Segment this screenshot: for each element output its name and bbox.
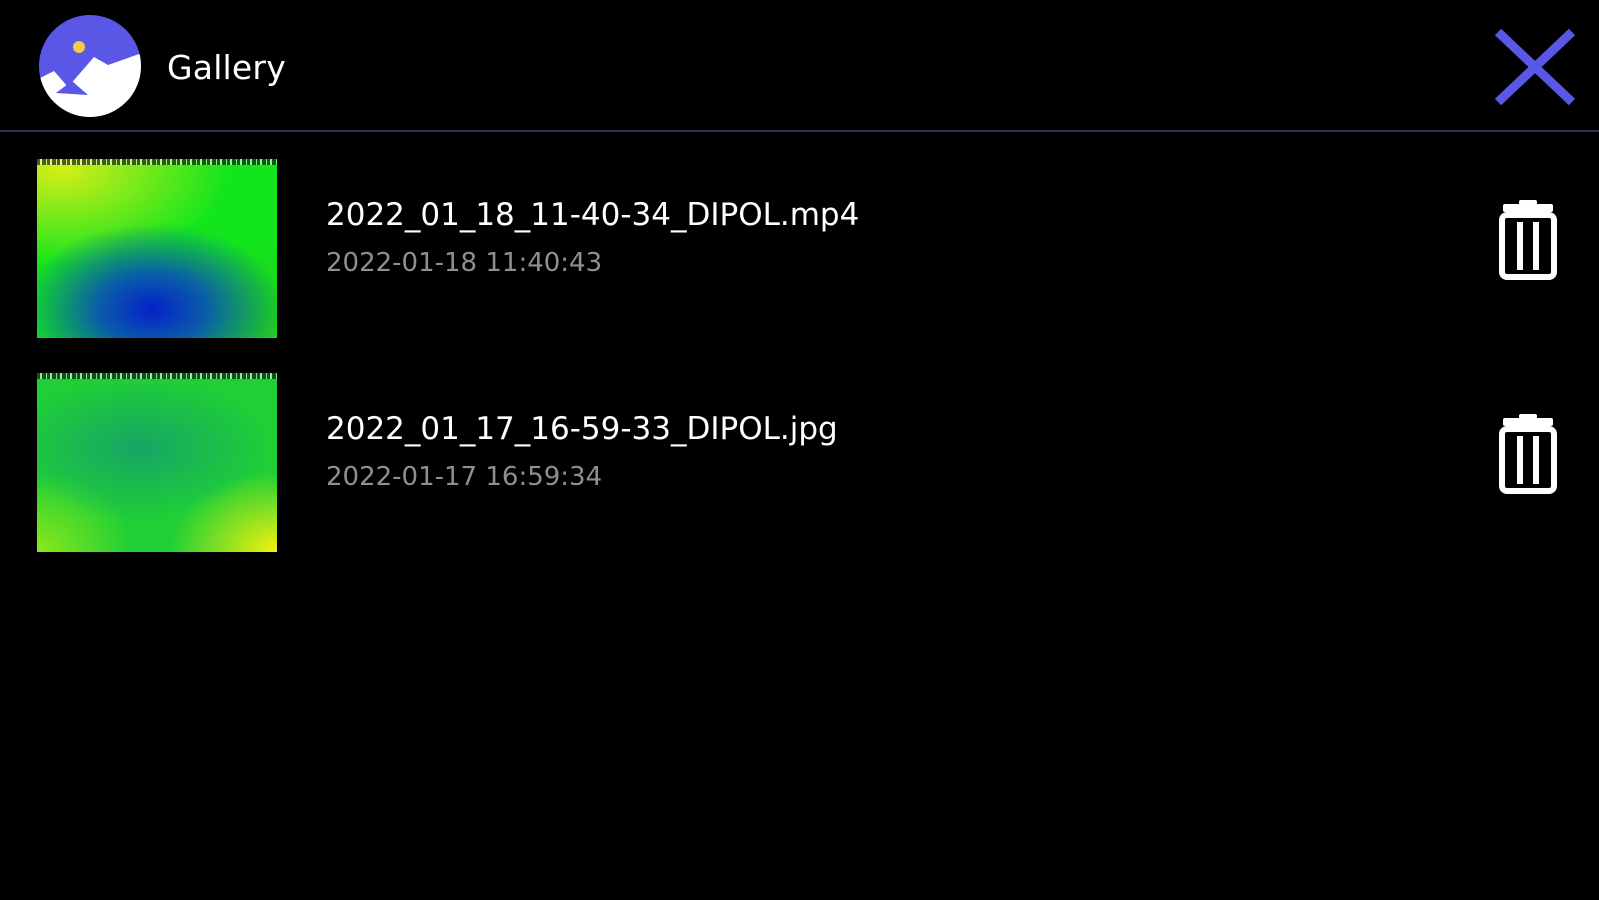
thumbnail-noise-strip <box>37 373 277 379</box>
thumbnail-noise-strip <box>37 159 277 165</box>
list-item[interactable]: 2022_01_18_11-40-34_DIPOL.mp4 2022-01-18… <box>0 156 1599 341</box>
image-thumbnail[interactable] <box>37 373 277 552</box>
trash-icon <box>1499 200 1557 280</box>
page-title: Gallery <box>167 48 286 87</box>
video-thumbnail[interactable] <box>37 159 277 338</box>
gallery-app: Gallery 2022_01_18_11-40-34_DIPOL.mp4 20… <box>0 0 1599 900</box>
trash-icon <box>1499 414 1557 494</box>
list-item[interactable]: 2022_01_17_16-59-33_DIPOL.jpg 2022-01-17… <box>0 370 1599 555</box>
close-button[interactable] <box>1490 24 1580 110</box>
delete-button[interactable] <box>1493 200 1563 280</box>
file-date: 2022-01-17 16:59:34 <box>326 462 603 492</box>
file-date: 2022-01-18 11:40:43 <box>326 248 603 278</box>
close-icon <box>1494 28 1576 106</box>
file-name: 2022_01_18_11-40-34_DIPOL.mp4 <box>326 197 860 233</box>
header-bar: Gallery <box>0 0 1599 132</box>
gallery-app-icon <box>39 15 141 117</box>
delete-button[interactable] <box>1493 414 1563 494</box>
file-name: 2022_01_17_16-59-33_DIPOL.jpg <box>326 411 838 447</box>
